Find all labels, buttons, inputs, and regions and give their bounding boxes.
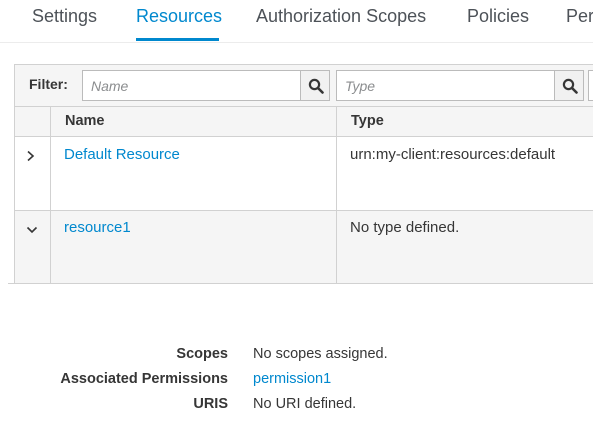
tab-resources[interactable]: Resources xyxy=(136,6,222,27)
name-search-button[interactable] xyxy=(300,70,330,101)
chevron-down-icon[interactable] xyxy=(26,222,38,240)
tab-bar: Settings Resources Authorization Scopes … xyxy=(0,0,593,43)
type-filter-input[interactable]: Type xyxy=(336,70,555,101)
resource-type: urn:my-client:resources:default xyxy=(350,146,556,163)
toolbar-overflow-field[interactable] xyxy=(588,70,593,101)
table-row[interactable]: resource1 No type defined. xyxy=(14,210,593,283)
resource-name-link[interactable]: Default Resource xyxy=(64,146,180,163)
column-header-name[interactable]: Name xyxy=(65,113,105,129)
scopes-label: Scopes xyxy=(176,346,228,362)
chevron-right-icon[interactable] xyxy=(26,149,36,167)
tab-authorization-scopes[interactable]: Authorization Scopes xyxy=(256,6,426,27)
table-border xyxy=(14,106,15,283)
resources-table: Name Type Default Resource urn:my-client… xyxy=(8,106,593,284)
column-header-type[interactable]: Type xyxy=(351,113,384,129)
column-divider xyxy=(336,106,337,283)
permission-link[interactable]: permission1 xyxy=(253,371,331,387)
tab-permissions[interactable]: Per xyxy=(566,6,593,27)
row-divider xyxy=(14,210,593,211)
associated-permissions-label: Associated Permissions xyxy=(60,371,228,387)
name-filter-input[interactable]: Name xyxy=(82,70,301,101)
table-header: Name Type xyxy=(14,106,593,137)
tab-policies[interactable]: Policies xyxy=(467,6,529,27)
search-icon xyxy=(308,78,324,94)
table-row[interactable]: Default Resource urn:my-client:resources… xyxy=(14,137,593,210)
type-search-button[interactable] xyxy=(554,70,584,101)
search-icon xyxy=(562,78,578,94)
tab-settings[interactable]: Settings xyxy=(32,6,97,27)
column-divider xyxy=(50,106,51,283)
filter-label: Filter: xyxy=(29,76,68,92)
active-tab-indicator xyxy=(136,38,219,41)
resource-name-link[interactable]: resource1 xyxy=(64,219,131,236)
uris-label: URIS xyxy=(193,396,228,412)
resource-type: No type defined. xyxy=(350,219,460,236)
scopes-value: No scopes assigned. xyxy=(253,346,388,362)
uris-value: No URI defined. xyxy=(253,396,357,412)
filter-toolbar: Filter: Name Type xyxy=(14,64,593,107)
row-divider xyxy=(8,283,593,284)
